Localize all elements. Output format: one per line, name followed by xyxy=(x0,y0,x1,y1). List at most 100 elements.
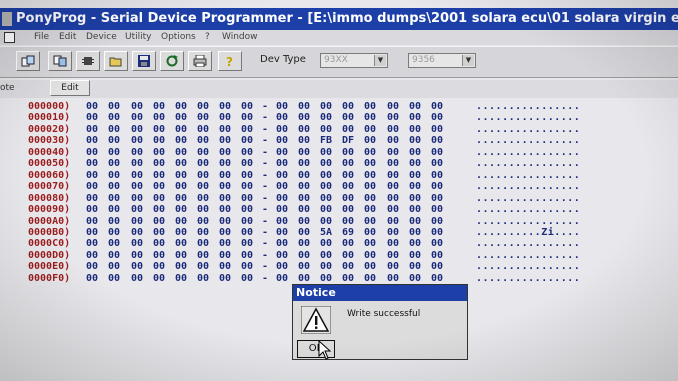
hex-byte[interactable]: FB xyxy=(320,135,332,147)
hex-byte[interactable]: 00 xyxy=(364,238,376,250)
hex-byte[interactable]: 00 xyxy=(219,261,231,273)
hex-byte[interactable]: 00 xyxy=(431,101,443,113)
hex-byte[interactable]: 00 xyxy=(320,216,332,228)
hex-byte[interactable]: 00 xyxy=(431,227,443,239)
hex-byte[interactable]: 00 xyxy=(298,273,310,285)
hex-byte[interactable]: 00 xyxy=(298,250,310,262)
open-file-button[interactable] xyxy=(104,51,128,71)
hex-ascii[interactable]: ................ xyxy=(476,124,580,136)
hex-byte[interactable]: 00 xyxy=(108,227,120,239)
hex-byte[interactable]: 00 xyxy=(320,181,332,193)
hex-byte[interactable]: 00 xyxy=(342,147,354,159)
hex-byte[interactable]: 00 xyxy=(320,158,332,170)
hex-ascii[interactable]: ..........Zi.... xyxy=(476,227,580,239)
menu-help[interactable]: ? xyxy=(205,30,210,45)
hex-byte[interactable]: 00 xyxy=(387,112,399,124)
hex-byte[interactable]: 00 xyxy=(86,238,98,250)
hex-byte[interactable]: 00 xyxy=(197,124,209,136)
hex-byte[interactable]: 00 xyxy=(219,181,231,193)
hex-byte[interactable]: 00 xyxy=(342,181,354,193)
hex-byte[interactable]: 00 xyxy=(276,170,288,182)
hex-byte[interactable]: 00 xyxy=(197,193,209,205)
hex-byte[interactable]: 00 xyxy=(364,135,376,147)
hex-byte[interactable]: 00 xyxy=(276,135,288,147)
hex-byte[interactable]: 00 xyxy=(86,147,98,159)
hex-byte[interactable]: 00 xyxy=(364,158,376,170)
hex-byte[interactable]: 00 xyxy=(108,250,120,262)
hex-byte[interactable]: 00 xyxy=(409,158,421,170)
save-file-button[interactable] xyxy=(132,51,156,71)
hex-byte[interactable]: 00 xyxy=(197,147,209,159)
hex-byte[interactable]: 00 xyxy=(197,170,209,182)
hex-byte[interactable]: 00 xyxy=(364,147,376,159)
hex-byte[interactable]: 00 xyxy=(153,193,165,205)
system-menu-icon[interactable] xyxy=(4,32,15,43)
hex-byte[interactable]: 00 xyxy=(175,124,187,136)
hex-byte[interactable]: 00 xyxy=(409,147,421,159)
hex-byte[interactable]: 00 xyxy=(431,238,443,250)
hex-byte[interactable]: 00 xyxy=(175,170,187,182)
hex-byte[interactable]: 00 xyxy=(342,193,354,205)
edit-button[interactable]: Edit xyxy=(50,80,90,96)
hex-byte[interactable]: 00 xyxy=(86,135,98,147)
hex-byte[interactable]: 00 xyxy=(175,101,187,113)
hex-byte[interactable]: 00 xyxy=(175,250,187,262)
hex-ascii[interactable]: ................ xyxy=(476,170,580,182)
hex-byte[interactable]: 00 xyxy=(108,238,120,250)
hex-byte[interactable]: 00 xyxy=(409,250,421,262)
hex-byte[interactable]: 00 xyxy=(131,181,143,193)
hex-byte[interactable]: 00 xyxy=(131,170,143,182)
hex-byte[interactable]: 00 xyxy=(431,124,443,136)
hex-byte[interactable]: 00 xyxy=(409,181,421,193)
hex-byte[interactable]: 00 xyxy=(431,273,443,285)
hex-byte[interactable]: 00 xyxy=(320,112,332,124)
hex-byte[interactable]: 00 xyxy=(276,158,288,170)
hex-byte[interactable]: 00 xyxy=(342,112,354,124)
hex-byte[interactable]: 00 xyxy=(153,158,165,170)
hex-byte[interactable]: 00 xyxy=(197,261,209,273)
hex-byte[interactable]: 00 xyxy=(364,193,376,205)
hex-byte[interactable]: 00 xyxy=(175,193,187,205)
hex-byte[interactable]: 00 xyxy=(387,204,399,216)
hex-ascii[interactable]: ................ xyxy=(476,216,580,228)
hex-byte[interactable]: 00 xyxy=(241,238,253,250)
hex-byte[interactable]: 00 xyxy=(387,238,399,250)
hex-byte[interactable]: 00 xyxy=(431,147,443,159)
hex-ascii[interactable]: ................ xyxy=(476,158,580,170)
hex-byte[interactable]: 00 xyxy=(175,135,187,147)
hex-byte[interactable]: 00 xyxy=(241,204,253,216)
hex-byte[interactable]: 00 xyxy=(86,216,98,228)
hex-byte[interactable]: 00 xyxy=(131,124,143,136)
hex-byte[interactable]: 00 xyxy=(108,181,120,193)
hex-byte[interactable]: 00 xyxy=(197,101,209,113)
hex-byte[interactable]: 00 xyxy=(175,158,187,170)
hex-byte[interactable]: 00 xyxy=(219,250,231,262)
hex-byte[interactable]: 00 xyxy=(86,170,98,182)
hex-byte[interactable]: 00 xyxy=(364,261,376,273)
hex-byte[interactable]: 00 xyxy=(131,135,143,147)
hex-byte[interactable]: 00 xyxy=(175,261,187,273)
hex-byte[interactable]: 00 xyxy=(320,170,332,182)
hex-byte[interactable]: 00 xyxy=(153,261,165,273)
hex-byte[interactable]: 00 xyxy=(108,216,120,228)
hex-byte[interactable]: 00 xyxy=(131,204,143,216)
hex-byte[interactable]: 00 xyxy=(320,147,332,159)
help-button[interactable]: ? xyxy=(218,51,242,71)
hex-byte[interactable]: 00 xyxy=(409,170,421,182)
hex-byte[interactable]: 00 xyxy=(219,204,231,216)
hex-byte[interactable]: 00 xyxy=(197,204,209,216)
hex-byte[interactable]: 00 xyxy=(431,112,443,124)
hex-byte[interactable]: 00 xyxy=(175,147,187,159)
hex-byte[interactable]: 00 xyxy=(197,112,209,124)
hex-byte[interactable]: 00 xyxy=(276,181,288,193)
hex-byte[interactable]: 00 xyxy=(197,273,209,285)
hex-byte[interactable]: 00 xyxy=(219,170,231,182)
hex-byte[interactable]: 00 xyxy=(241,135,253,147)
hex-byte[interactable]: 00 xyxy=(241,216,253,228)
hex-byte[interactable]: 00 xyxy=(364,181,376,193)
hex-byte[interactable]: 00 xyxy=(409,124,421,136)
hex-byte[interactable]: DF xyxy=(342,135,354,147)
hex-byte[interactable]: 00 xyxy=(153,124,165,136)
hex-byte[interactable]: 00 xyxy=(364,250,376,262)
hex-byte[interactable]: 00 xyxy=(153,135,165,147)
